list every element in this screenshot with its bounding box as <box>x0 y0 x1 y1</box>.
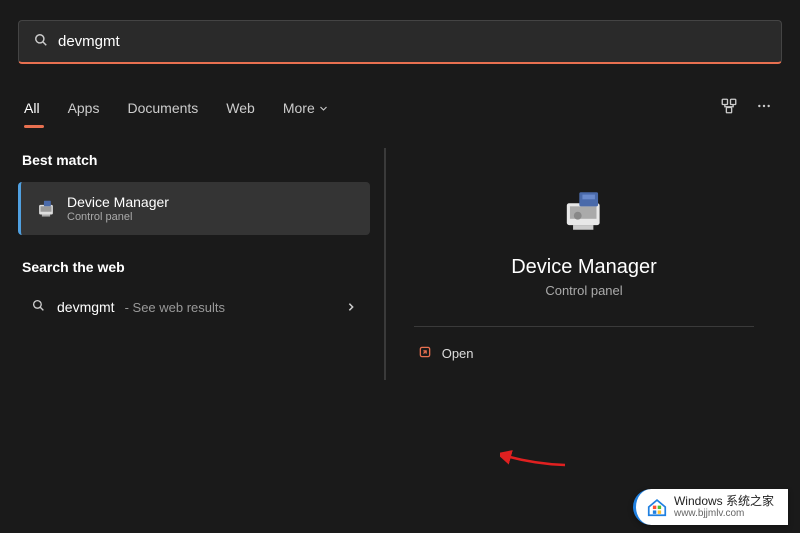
open-action[interactable]: Open <box>414 327 755 380</box>
chevron-down-icon <box>319 104 328 113</box>
start-search-panel: All Apps Documents Web More Best match <box>0 0 800 380</box>
tab-more-label: More <box>283 100 315 116</box>
more-options-icon[interactable] <box>756 98 772 119</box>
network-icon[interactable] <box>720 97 738 120</box>
tab-apps[interactable]: Apps <box>54 94 114 122</box>
open-icon <box>418 345 432 362</box>
search-icon <box>34 33 48 50</box>
app-title: Device Manager <box>511 256 657 279</box>
device-manager-icon <box>35 198 57 220</box>
app-sub: Control panel <box>545 283 622 298</box>
tab-more[interactable]: More <box>269 94 342 122</box>
watermark-text2: www.bjjmlv.com <box>674 508 774 519</box>
tab-documents[interactable]: Documents <box>113 94 212 122</box>
search-box[interactable] <box>18 20 782 64</box>
web-query: devmgmt <box>57 299 115 315</box>
annotation-arrow <box>500 440 570 470</box>
watermark-text1: Windows 系统之家 <box>674 495 774 508</box>
open-label: Open <box>442 346 474 361</box>
filter-tabs: All Apps Documents Web More <box>18 94 782 122</box>
best-match-result[interactable]: Device Manager Control panel <box>18 182 370 235</box>
tab-all[interactable]: All <box>20 94 54 122</box>
tab-web[interactable]: Web <box>212 94 269 122</box>
best-match-label: Best match <box>18 148 370 182</box>
details-right-panel: Device Manager Control panel Open <box>384 148 782 380</box>
search-icon <box>32 299 45 315</box>
chevron-right-icon <box>346 299 356 315</box>
web-sub: - See web results <box>125 300 225 315</box>
result-title: Device Manager <box>67 194 169 210</box>
watermark-logo-icon <box>646 496 668 518</box>
watermark: Windows 系统之家 www.bjjmlv.com <box>633 489 788 525</box>
search-web-label: Search the web <box>18 255 370 285</box>
device-manager-large-icon <box>559 186 609 236</box>
results-left-panel: Best match Device Manager Control panel … <box>18 148 370 380</box>
search-input[interactable] <box>58 33 766 50</box>
web-result[interactable]: devmgmt - See web results <box>18 285 370 329</box>
result-sub: Control panel <box>67 211 169 223</box>
